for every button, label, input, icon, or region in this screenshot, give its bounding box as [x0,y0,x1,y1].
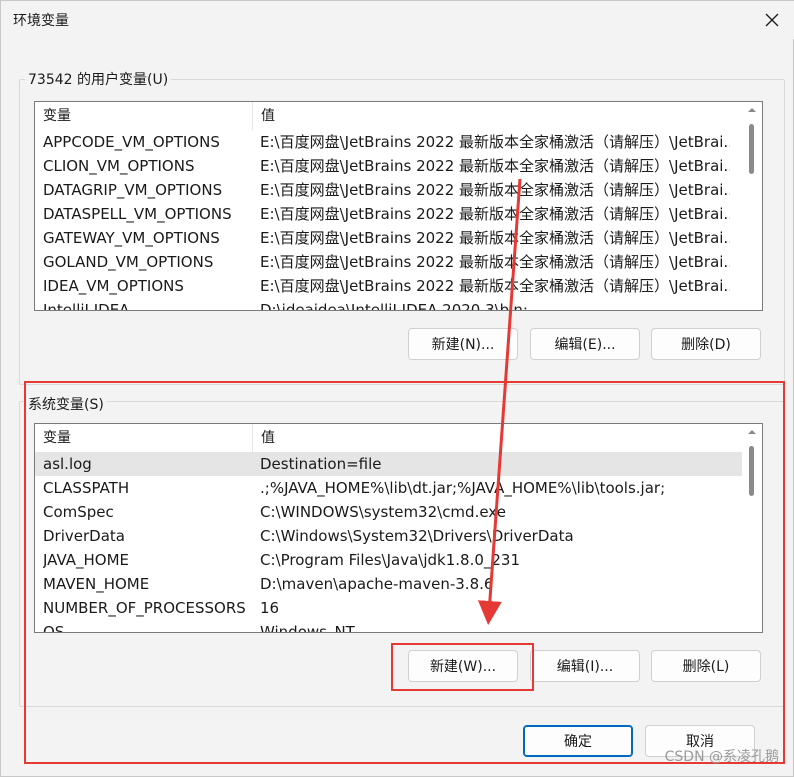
system-new-button[interactable]: 新建(W)... [408,650,518,682]
variable-value-cell: C:\WINDOWS\system32\cmd.exe [260,503,506,521]
variable-value-cell: Destination=file [260,455,382,473]
variable-name-cell: JAVA_HOME [43,551,130,569]
system-list-scrollbar[interactable] [742,424,762,632]
scroll-up-icon[interactable] [742,104,762,116]
variable-value-cell: E:\百度网盘\JetBrains 2022 最新版本全家桶激活（请解压）\Je… [260,157,730,175]
system-variables-rows: asl.log Destination=file CLASSPATH .;%JAVA_… [35,452,742,632]
variable-name-cell: DriverData [43,527,125,545]
user-variables-rows: APPCODE_VM_OPTIONS E:\百度网盘\JetBrains 2022… [35,130,742,310]
system-variables-label: 系统变量(S) [25,394,107,414]
table-row[interactable]: OS Windows_NT [35,620,742,632]
user-list-scrollbar[interactable] [742,102,762,310]
variable-value-cell: C:\Program Files\Java\jdk1.8.0_231 [260,551,521,569]
variable-name-cell: DATAGRIP_VM_OPTIONS [43,181,223,199]
table-row[interactable]: IntelliJ IDEA D:\ideajdea\IntelliJ IDEA 2… [35,298,742,310]
watermark: CSDN @系凌孔鹅 [664,749,779,765]
variable-name-cell: OS [43,623,65,632]
variable-name-cell: asl.log [43,455,92,473]
variable-value-cell: 16 [260,599,280,617]
variable-value-cell: D:\ideajdea\IntelliJ IDEA 2020.3\bin; [260,301,528,310]
table-row[interactable]: DATAGRIP_VM_OPTIONS E:\百度网盘\JetBrains 202… [35,178,742,202]
variable-name-cell: ComSpec [43,503,114,521]
variable-name-cell: APPCODE_VM_OPTIONS [43,133,220,151]
variable-name-cell: CLION_VM_OPTIONS [43,157,195,175]
variable-value-cell: E:\百度网盘\JetBrains 2022 最新版本全家桶激活（请解压）\Je… [260,205,730,223]
user-variables-label: 73542 的用户变量(U) [25,69,172,89]
table-row[interactable]: GATEWAY_VM_OPTIONS E:\百度网盘\JetBrains 2022… [35,226,742,250]
close-button[interactable] [749,1,794,39]
variable-value-cell: Windows_NT [260,623,355,632]
variable-name-cell: MAVEN_HOME [43,575,150,593]
window-title: 环境变量 [13,13,69,29]
table-row[interactable]: IDEA_VM_OPTIONS E:\百度网盘\JetBrains 2022 最新… [35,274,742,298]
column-header-value[interactable]: 值 [252,102,742,130]
close-icon [765,13,779,27]
variable-value-cell: E:\百度网盘\JetBrains 2022 最新版本全家桶激活（请解压）\Je… [260,133,730,151]
user-new-button[interactable]: 新建(N)... [408,328,518,360]
scroll-thumb[interactable] [749,124,754,174]
user-variables-list[interactable]: 变量 值 APPCODE_VM_OPTIONS E:\百度网盘\JetBrains… [34,101,763,311]
variable-value-cell: E:\百度网盘\JetBrains 2022 最新版本全家桶激活（请解压）\Je… [260,229,730,247]
variable-name-cell: IntelliJ IDEA [43,301,130,310]
list-header: 变量 值 [35,424,742,452]
variable-value-cell: C:\Windows\System32\Drivers\DriverData [260,527,574,545]
table-row[interactable]: JAVA_HOME C:\Program Files\Java\jdk1.8.0_… [35,548,742,572]
variable-name-cell: GOLAND_VM_OPTIONS [43,253,214,271]
column-header-value[interactable]: 值 [252,424,742,452]
table-row[interactable]: CLION_VM_OPTIONS E:\百度网盘\JetBrains 2022 最… [35,154,742,178]
table-row[interactable]: DriverData C:\Windows\System32\Drivers\Dr… [35,524,742,548]
variable-name-cell: IDEA_VM_OPTIONS [43,277,184,295]
scroll-thumb[interactable] [749,446,754,496]
environment-variables-dialog: 环境变量 73542 的用户变量(U) 变量 值 APPCODE_VM_OPTI… [0,0,794,777]
table-row[interactable]: NUMBER_OF_PROCESSORS 16 [35,596,742,620]
variable-name-cell: DATASPELL_VM_OPTIONS [43,205,232,223]
variable-value-cell: D:\maven\apache-maven-3.8.6 [260,575,494,593]
list-header: 变量 值 [35,102,742,130]
table-row[interactable]: GOLAND_VM_OPTIONS E:\百度网盘\JetBrains 2022 … [35,250,742,274]
column-header-variable[interactable]: 变量 [35,102,252,130]
user-delete-button[interactable]: 删除(D) [651,328,761,360]
table-row[interactable]: APPCODE_VM_OPTIONS E:\百度网盘\JetBrains 2022… [35,130,742,154]
system-edit-button[interactable]: 编辑(I)... [530,650,640,682]
system-variables-list[interactable]: 变量 值 asl.log Destination=file CLASSPATH.;%… [34,423,763,633]
variable-name-cell: CLASSPATH [43,479,130,497]
variable-value-cell: E:\百度网盘\JetBrains 2022 最新版本全家桶激活（请解压）\Je… [260,181,730,199]
title-bar: 环境变量 [1,1,794,39]
variable-value-cell: E:\百度网盘\JetBrains 2022 最新版本全家桶激活（请解压）\Je… [260,253,730,271]
scroll-up-icon[interactable] [742,426,762,438]
variable-name-cell: NUMBER_OF_PROCESSORS [43,599,246,617]
ok-button[interactable]: 确定 [523,725,633,757]
table-row[interactable]: asl.log Destination=file [35,452,742,476]
table-row[interactable]: CLASSPATH .;%JAVA_HOME%\lib\dt.jar;%JAVA_… [35,476,742,500]
table-row[interactable]: ComSpec C:\WINDOWS\system32\cmd.exe [35,500,742,524]
column-header-variable[interactable]: 变量 [35,424,252,452]
variable-name-cell: GATEWAY_VM_OPTIONS [43,229,220,247]
variable-value-cell: E:\百度网盘\JetBrains 2022 最新版本全家桶激活（请解压）\Je… [260,277,730,295]
variable-value-cell: .;%JAVA_HOME%\lib\dt.jar;%JAVA_HOME%\lib… [260,479,666,497]
table-row[interactable]: MAVEN_HOME D:\maven\apache-maven-3.8.6 [35,572,742,596]
table-row[interactable]: DATASPELL_VM_OPTIONS E:\百度网盘\JetBrains 20… [35,202,742,226]
dialog-body: 73542 的用户变量(U) 变量 值 APPCODE_VM_OPTIONS E:… [5,39,791,774]
system-delete-button[interactable]: 删除(L) [651,650,761,682]
user-edit-button[interactable]: 编辑(E)... [530,328,640,360]
